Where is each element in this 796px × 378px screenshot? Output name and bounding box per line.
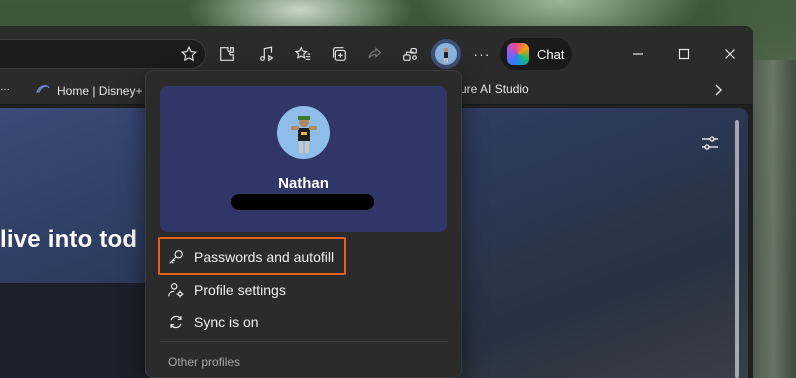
workspaces-icon[interactable] bbox=[396, 40, 424, 68]
copilot-chat-button[interactable]: Chat bbox=[500, 38, 572, 70]
page-scrollbar[interactable] bbox=[735, 120, 739, 378]
collections-icon[interactable] bbox=[325, 40, 353, 68]
maximize-button[interactable] bbox=[670, 40, 698, 68]
chat-label: Chat bbox=[537, 46, 565, 62]
profile-settings-item[interactable]: Profile settings bbox=[166, 278, 286, 302]
chevron-right-icon[interactable] bbox=[713, 83, 723, 97]
copilot-icon bbox=[507, 43, 529, 65]
profile-button[interactable] bbox=[431, 39, 461, 69]
mini-avatar bbox=[435, 43, 457, 65]
more-options-icon[interactable]: ··· bbox=[468, 40, 496, 68]
hero-headline: live into tod bbox=[0, 226, 138, 253]
content-dark-panel bbox=[0, 283, 150, 378]
menu-item-label: Sync is on bbox=[194, 314, 259, 330]
extensions-icon[interactable] bbox=[213, 40, 241, 68]
key-icon bbox=[166, 247, 186, 267]
close-button[interactable] bbox=[716, 40, 744, 68]
menu-divider bbox=[160, 341, 448, 342]
menu-item-label: Passwords and autofill bbox=[194, 249, 335, 265]
favorites-icon[interactable] bbox=[289, 40, 317, 68]
sync-icon bbox=[166, 312, 186, 332]
favorite-item-disney[interactable]: Home | Disney+ bbox=[35, 82, 142, 99]
favorite-label: Home | Disney+ bbox=[57, 83, 143, 98]
menu-item-label: Profile settings bbox=[194, 282, 286, 298]
profile-card: Nathan bbox=[160, 86, 447, 232]
wallpaper-stone-wall bbox=[750, 60, 796, 378]
share-icon[interactable] bbox=[361, 40, 389, 68]
passwords-and-autofill-item[interactable]: Passwords and autofill bbox=[166, 245, 334, 269]
avatar bbox=[277, 106, 330, 159]
profile-name: Nathan bbox=[278, 175, 329, 192]
other-profiles-heading: Other profiles bbox=[168, 355, 241, 369]
redacted-email bbox=[231, 194, 374, 210]
person-gear-icon bbox=[166, 280, 186, 300]
favorites-bar-dots[interactable]: … bbox=[0, 82, 10, 93]
favorite-item-azure-ai-studio[interactable]: zure AI Studio bbox=[454, 82, 529, 96]
minimize-button[interactable] bbox=[624, 40, 652, 68]
profile-flyout: Nathan Passwords and autofill Profile se… bbox=[145, 70, 462, 378]
page-settings-sliders-icon[interactable] bbox=[700, 133, 720, 153]
sync-status-item[interactable]: Sync is on bbox=[166, 310, 259, 334]
favorite-label: zure AI Studio bbox=[454, 82, 529, 96]
disney-plus-icon bbox=[35, 82, 51, 99]
media-control-icon[interactable] bbox=[253, 40, 281, 68]
favorite-star-icon[interactable] bbox=[175, 40, 203, 68]
